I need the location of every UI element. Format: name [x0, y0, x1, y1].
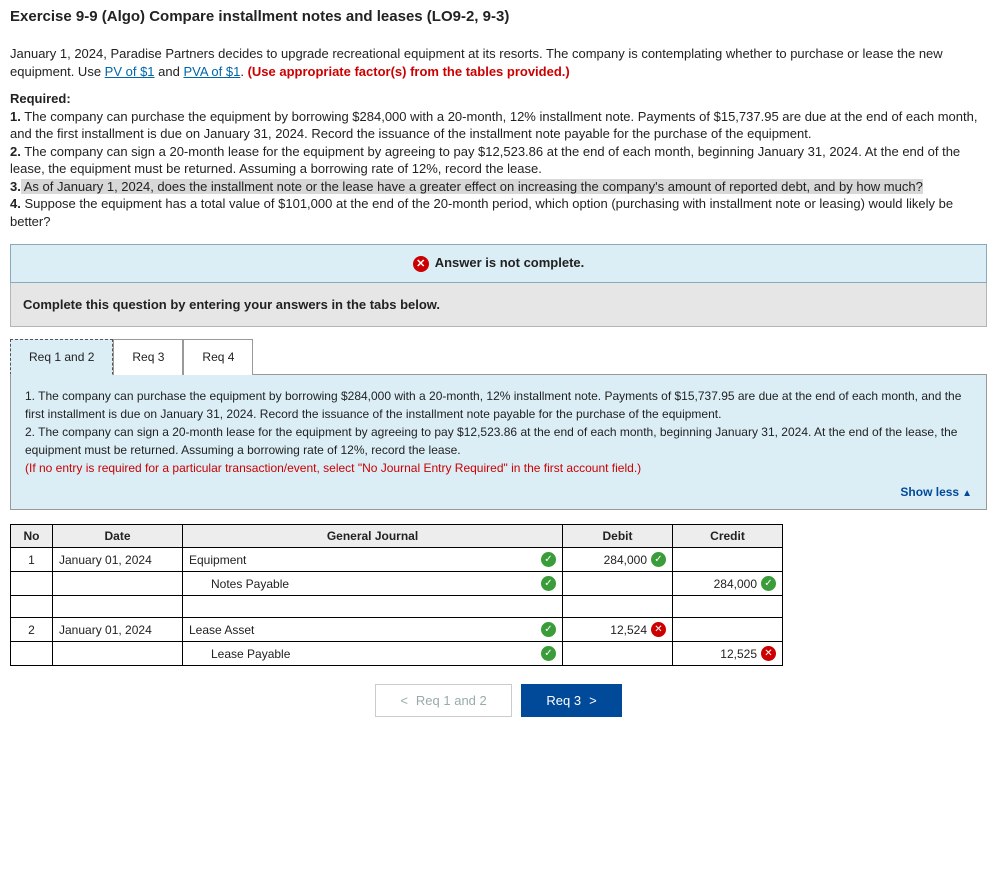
required-block: Required: 1. The company can purchase th…: [10, 90, 987, 230]
show-less-toggle[interactable]: Show less: [900, 483, 972, 501]
next-button[interactable]: Req 3 >: [521, 684, 621, 717]
req4-text: Suppose the equipment has a total value …: [10, 196, 953, 229]
cell-no: [11, 642, 53, 666]
instruction-bar: Complete this question by entering your …: [10, 283, 987, 327]
req2-text: The company can sign a 20-month lease fo…: [10, 144, 960, 177]
tab-req-4[interactable]: Req 4: [183, 339, 253, 375]
tab-panel: 1. The company can purchase the equipmen…: [10, 374, 987, 510]
cell-credit[interactable]: 284,000✓: [673, 572, 783, 596]
chevron-right-icon: >: [589, 693, 597, 708]
link-pva-of-1[interactable]: PVA of $1: [183, 64, 240, 79]
col-header-no: No: [11, 525, 53, 548]
prev-button[interactable]: < Req 1 and 2: [375, 684, 511, 717]
check-circle-icon: ✓: [541, 622, 556, 637]
req4-num: 4.: [10, 196, 21, 211]
cell-date[interactable]: [53, 642, 183, 666]
cell-account[interactable]: Notes Payable✓: [183, 572, 563, 596]
intro-paragraph: January 1, 2024, Paradise Partners decid…: [10, 45, 987, 80]
table-row: Lease Payable✓ 12,525✕: [11, 642, 783, 666]
cell-debit[interactable]: [563, 572, 673, 596]
status-text: Answer is not complete.: [435, 255, 585, 270]
link-pv-of-1[interactable]: PV of $1: [105, 64, 155, 79]
exercise-title: Exercise 9-9 (Algo) Compare installment …: [10, 8, 987, 25]
nav-buttons: < Req 1 and 2 Req 3 >: [10, 684, 987, 717]
table-row: Notes Payable✓ 284,000✓: [11, 572, 783, 596]
answer-status-bar: ✕ Answer is not complete.: [10, 244, 987, 283]
col-header-credit: Credit: [673, 525, 783, 548]
panel-line-1: 1. The company can purchase the equipmen…: [25, 387, 972, 423]
check-circle-icon: ✓: [541, 646, 556, 661]
table-row: [11, 596, 783, 618]
chevron-left-icon: <: [400, 693, 408, 708]
check-circle-icon: ✓: [541, 552, 556, 567]
req2-num: 2.: [10, 144, 21, 159]
intro-post: .: [240, 64, 247, 79]
check-circle-icon: ✓: [651, 552, 666, 567]
intro-red-note: (Use appropriate factor(s) from the tabl…: [248, 64, 570, 79]
check-circle-icon: ✓: [541, 576, 556, 591]
cell-account[interactable]: Lease Payable✓: [183, 642, 563, 666]
cell-account[interactable]: Equipment✓: [183, 548, 563, 572]
cell-date[interactable]: [53, 572, 183, 596]
prev-label: Req 1 and 2: [416, 693, 487, 708]
table-row: 2January 01, 2024Lease Asset✓12,524✕: [11, 618, 783, 642]
cell-no: [11, 572, 53, 596]
x-circle-icon: ✕: [651, 622, 666, 637]
cell-date[interactable]: January 01, 2024: [53, 548, 183, 572]
journal-table: No Date General Journal Debit Credit 1Ja…: [10, 524, 783, 666]
col-header-journal: General Journal: [183, 525, 563, 548]
cell-debit[interactable]: 284,000✓: [563, 548, 673, 572]
panel-note-red: (If no entry is required for a particula…: [25, 459, 972, 477]
req3-text: As of January 1, 2024, does the installm…: [21, 179, 923, 194]
cell-no: 2: [11, 618, 53, 642]
tabs-row: Req 1 and 2 Req 3 Req 4: [10, 339, 987, 375]
cell-credit[interactable]: [673, 548, 783, 572]
cell-credit[interactable]: 12,525✕: [673, 642, 783, 666]
col-header-debit: Debit: [563, 525, 673, 548]
req1-text: The company can purchase the equipment b…: [10, 109, 977, 142]
x-circle-icon: ✕: [761, 646, 776, 661]
cell-debit[interactable]: [563, 642, 673, 666]
intro-mid: and: [155, 64, 184, 79]
required-label: Required:: [10, 91, 71, 106]
tab-req-3[interactable]: Req 3: [113, 339, 183, 375]
cell-date[interactable]: January 01, 2024: [53, 618, 183, 642]
cell-no: 1: [11, 548, 53, 572]
check-circle-icon: ✓: [761, 576, 776, 591]
panel-line-2: 2. The company can sign a 20-month lease…: [25, 423, 972, 459]
req3-num: 3.: [10, 179, 21, 194]
req1-num: 1.: [10, 109, 21, 124]
col-header-date: Date: [53, 525, 183, 548]
tab-req-1-and-2[interactable]: Req 1 and 2: [10, 339, 113, 375]
x-circle-icon: ✕: [413, 256, 429, 272]
cell-credit[interactable]: [673, 618, 783, 642]
cell-account[interactable]: Lease Asset✓: [183, 618, 563, 642]
next-label: Req 3: [546, 693, 581, 708]
table-row: 1January 01, 2024Equipment✓284,000✓: [11, 548, 783, 572]
cell-debit[interactable]: 12,524✕: [563, 618, 673, 642]
